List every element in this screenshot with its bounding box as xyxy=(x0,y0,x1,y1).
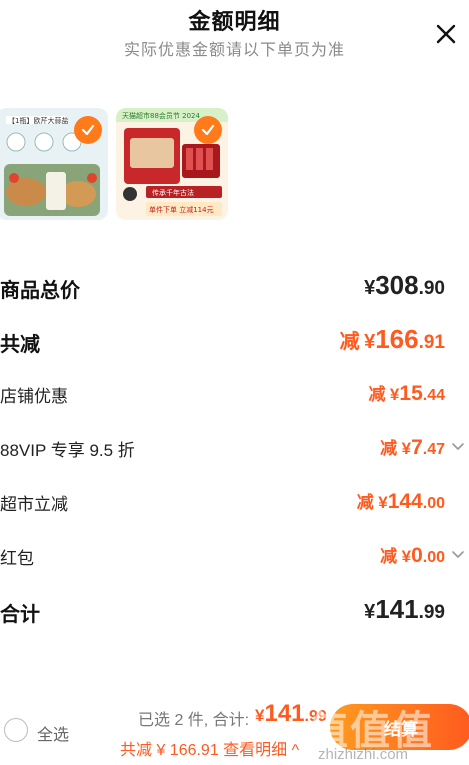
supermarket-discount-amount: 减 ¥144.00 xyxy=(356,490,445,513)
goods-total-amount: ¥308.90 xyxy=(364,270,445,300)
store-discount-amount: 减 ¥15.44 xyxy=(368,382,445,405)
supermarket-discount-label: 超市立减 xyxy=(0,495,68,514)
promo-header-text: 天猫超市88会员节 2024 xyxy=(122,111,200,120)
vip-discount-amount: 减 ¥7.47 xyxy=(380,436,445,459)
product-label-text: 【1瓶】欧芹大蒜盐 xyxy=(8,116,68,125)
checkout-button[interactable]: 结算 xyxy=(330,704,469,750)
promo-offer-text: 单件下单 立减114元 xyxy=(149,205,214,214)
promo-banner-text: 传承千年古法 xyxy=(152,188,194,197)
panel-title: 金额明细 xyxy=(188,9,281,34)
goods-total-label: 商品总价 xyxy=(0,280,80,302)
grand-total-label: 合计 xyxy=(0,604,40,626)
check-icon xyxy=(81,124,95,136)
total-discount-amount: 减 ¥166.91 xyxy=(339,324,445,354)
row-vip-discount[interactable]: 88VIP 专享 9.5 折 减 ¥7.47 xyxy=(0,428,469,468)
select-check[interactable] xyxy=(74,116,102,144)
row-total-discount: 共减 减 ¥166.91 xyxy=(0,320,469,360)
chevron-down-icon[interactable] xyxy=(451,442,465,452)
select-all-radio[interactable] xyxy=(4,718,28,742)
select-check[interactable] xyxy=(194,116,222,144)
store-discount-label: 店铺优惠 xyxy=(0,387,68,406)
row-store-discount: 店铺优惠 减 ¥15.44 xyxy=(0,374,469,414)
grand-total-amount: ¥141.99 xyxy=(364,594,445,624)
row-grand-total: 合计 ¥141.99 xyxy=(0,590,469,630)
checkout-bar: 全选 已选 2 件, 合计: ¥141.99 结算 共减 ¥ 166.91 查看… xyxy=(0,696,469,765)
footer-total-amount: ¥141.99 xyxy=(255,700,327,727)
selected-count-text: 已选 2 件, 合计: xyxy=(138,712,250,729)
red-packet-label: 红包 xyxy=(0,549,34,568)
vip-discount-label: 88VIP 专享 9.5 折 xyxy=(0,441,135,460)
row-goods-total: 商品总价 ¥308.90 xyxy=(0,266,469,306)
check-icon xyxy=(201,124,215,136)
panel-subtitle: 实际优惠金额请以下单页为准 xyxy=(123,42,345,59)
view-details-link[interactable]: 共减 ¥ 166.91 查看明细 ^ xyxy=(120,736,299,760)
product-thumbnail-garlic-salt[interactable]: 【1瓶】欧芹大蒜盐 xyxy=(0,108,108,220)
row-supermarket-discount: 超市立减 减 ¥144.00 xyxy=(0,482,469,522)
total-discount-label: 共减 xyxy=(0,334,40,356)
close-icon[interactable] xyxy=(432,20,460,48)
chevron-down-icon[interactable] xyxy=(451,550,465,560)
product-thumbnail-gift-box[interactable]: 天猫超市88会员节 2024 传承千年古法 单件下单 立减114元 xyxy=(116,108,228,220)
row-red-packet[interactable]: 红包 减 ¥0.00 xyxy=(0,536,469,576)
red-packet-amount: 减 ¥0.00 xyxy=(380,544,445,567)
panel-header: 金额明细 实际优惠金额请以下单页为准 xyxy=(0,0,469,70)
select-all-label[interactable]: 全选 xyxy=(37,721,69,745)
